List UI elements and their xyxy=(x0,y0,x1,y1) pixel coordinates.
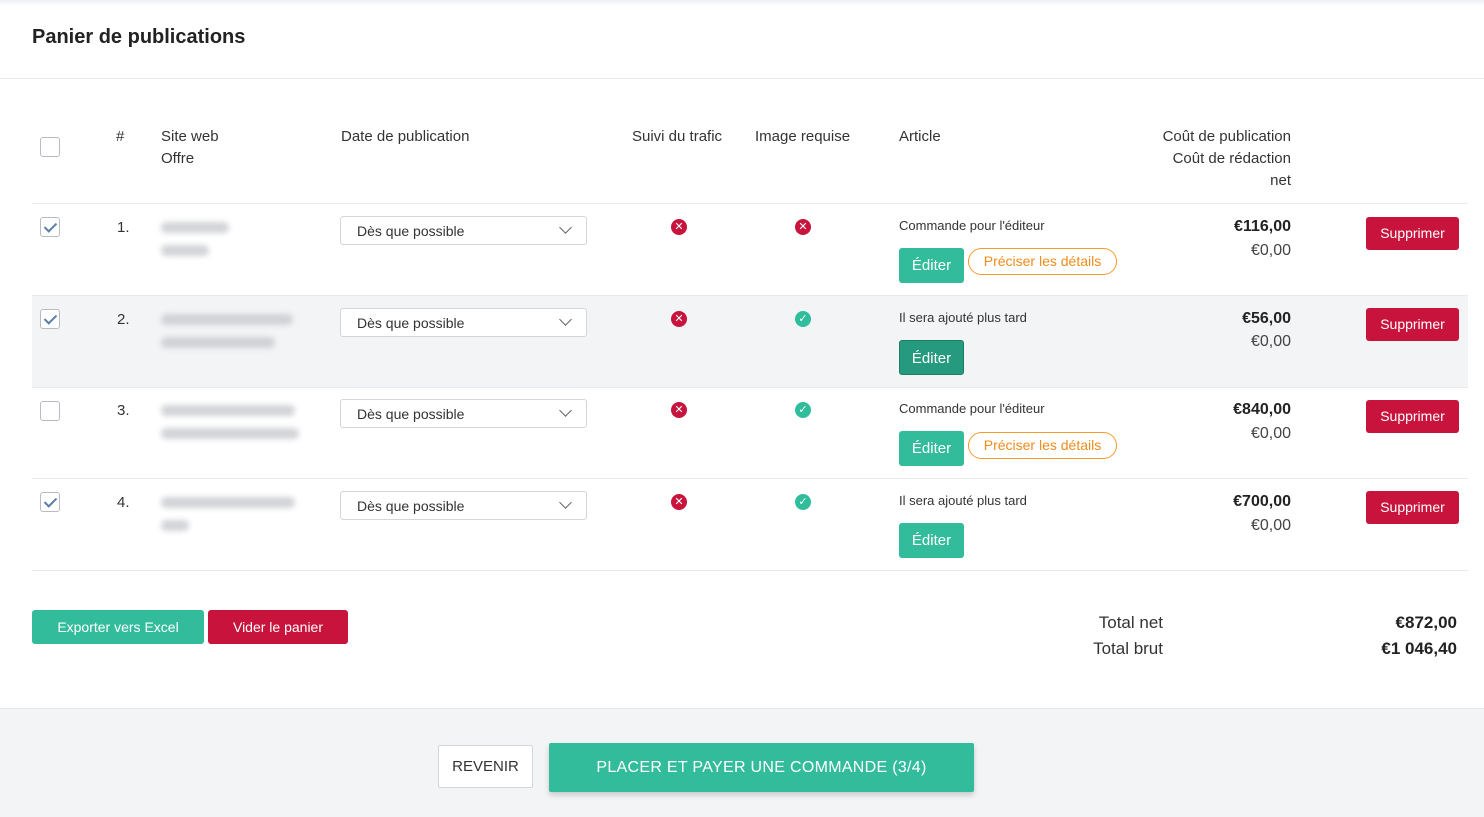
total-gross-label: Total brut xyxy=(1093,639,1163,658)
writing-cost: €0,00 xyxy=(1250,425,1291,442)
article-status: Commande pour l'éditeur xyxy=(899,401,1045,416)
specify-details-button[interactable]: Préciser les détails xyxy=(968,248,1117,275)
site-name-blurred xyxy=(161,314,293,325)
row-checkbox[interactable] xyxy=(40,309,60,329)
row-checkbox[interactable] xyxy=(40,492,60,512)
total-gross-value: €1 046,40 xyxy=(1381,639,1457,658)
writing-cost: €0,00 xyxy=(1250,517,1291,534)
x-circle-icon: ✕ xyxy=(671,311,687,327)
page-title: Panier de publications xyxy=(32,26,246,48)
row-checkbox[interactable] xyxy=(40,401,60,421)
publication-date-value: Dès que possible xyxy=(357,498,465,514)
publication-date-value: Dès que possible xyxy=(357,406,465,422)
publication-date-select[interactable]: Dès que possible xyxy=(340,216,587,245)
delete-button[interactable]: Supprimer xyxy=(1366,491,1459,524)
article-status: Commande pour l'éditeur xyxy=(899,218,1045,233)
header-writing-cost: Coût de rédaction xyxy=(1172,150,1291,167)
edit-button[interactable]: Éditer xyxy=(899,431,964,466)
publication-cost: €840,00 xyxy=(1233,401,1291,418)
chevron-down-icon xyxy=(559,496,572,509)
select-all-checkbox[interactable] xyxy=(40,137,60,157)
article-status: Il sera ajouté plus tard xyxy=(899,310,1027,325)
publication-cost: €116,00 xyxy=(1234,218,1291,235)
total-net-label: Total net xyxy=(1098,613,1163,632)
chevron-down-icon xyxy=(559,221,572,234)
header-traffic: Suivi du trafic xyxy=(632,128,723,145)
check-circle-icon: ✓ xyxy=(795,494,811,510)
x-circle-icon: ✕ xyxy=(671,402,687,418)
x-circle-icon: ✕ xyxy=(671,219,687,235)
header-offer-label: Offre xyxy=(161,150,195,167)
table-bottom-divider xyxy=(32,570,1468,571)
row-number: 4. xyxy=(117,494,130,511)
publication-cost: €56,00 xyxy=(1242,310,1291,327)
export-excel-button[interactable]: Exporter vers Excel xyxy=(32,610,204,644)
chevron-down-icon xyxy=(559,404,572,417)
edit-button[interactable]: Éditer xyxy=(899,340,964,375)
site-name-blurred xyxy=(161,405,295,416)
publication-date-select[interactable]: Dès que possible xyxy=(340,308,587,337)
chevron-down-icon xyxy=(559,313,572,326)
publication-cost: €700,00 xyxy=(1233,493,1291,510)
header-image: Image requise xyxy=(755,128,851,145)
edit-button[interactable]: Éditer xyxy=(899,523,964,558)
specify-details-button[interactable]: Préciser les détails xyxy=(968,432,1117,459)
edit-button[interactable]: Éditer xyxy=(899,248,964,283)
site-name-blurred xyxy=(161,497,295,508)
header-article: Article xyxy=(899,128,941,145)
row-number: 3. xyxy=(117,402,130,419)
publication-date-value: Dès que possible xyxy=(357,315,465,331)
writing-cost: €0,00 xyxy=(1250,242,1291,259)
article-status: Il sera ajouté plus tard xyxy=(899,493,1027,508)
delete-button[interactable]: Supprimer xyxy=(1366,400,1459,433)
row-number: 2. xyxy=(117,311,130,328)
header-net: net xyxy=(1270,172,1291,189)
publication-date-select[interactable]: Dès que possible xyxy=(340,491,587,520)
check-circle-icon: ✓ xyxy=(795,311,811,327)
total-net-value: €872,00 xyxy=(1395,613,1457,632)
header-number: # xyxy=(116,128,125,145)
header-site-label: Site web xyxy=(161,128,219,145)
back-button[interactable]: REVENIR xyxy=(438,745,533,788)
row-checkbox[interactable] xyxy=(40,217,60,237)
check-circle-icon: ✓ xyxy=(795,402,811,418)
header-date: Date de publication xyxy=(341,128,470,145)
x-circle-icon: ✕ xyxy=(671,494,687,510)
publication-date-select[interactable]: Dès que possible xyxy=(340,399,587,428)
offer-name-blurred xyxy=(161,520,189,531)
header-site: Site web Offre xyxy=(161,126,219,170)
delete-button[interactable]: Supprimer xyxy=(1366,308,1459,341)
offer-name-blurred xyxy=(161,428,299,439)
site-name-blurred xyxy=(161,222,229,233)
offer-name-blurred xyxy=(161,337,275,348)
clear-cart-button[interactable]: Vider le panier xyxy=(208,610,348,644)
x-circle-icon: ✕ xyxy=(795,219,811,235)
publication-date-value: Dès que possible xyxy=(357,223,465,239)
place-order-button[interactable]: PLACER ET PAYER UNE COMMANDE (3/4) xyxy=(549,743,974,792)
offer-name-blurred xyxy=(161,245,209,256)
header-pub-cost: Coût de publication xyxy=(1162,128,1291,145)
header-costs: Coût de publication Coût de rédaction ne… xyxy=(1091,126,1291,192)
writing-cost: €0,00 xyxy=(1250,333,1291,350)
page-header: Panier de publications xyxy=(0,0,1484,79)
delete-button[interactable]: Supprimer xyxy=(1366,217,1459,250)
row-number: 1. xyxy=(117,219,130,236)
